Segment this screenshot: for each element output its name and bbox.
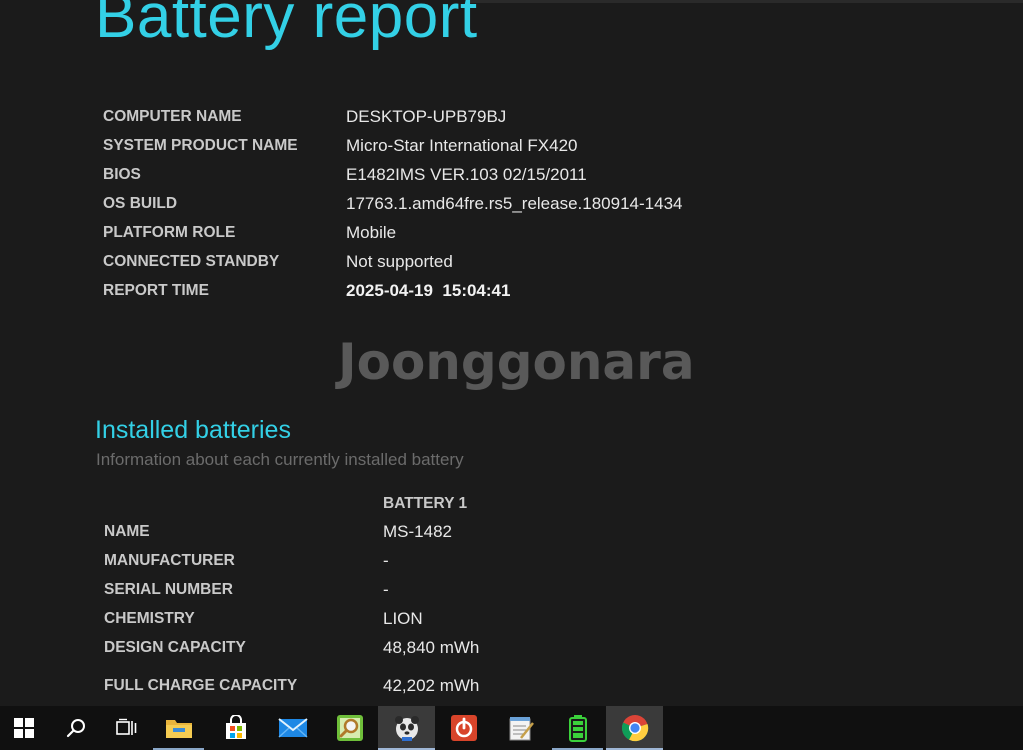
info-label: SYSTEM PRODUCT NAME (103, 137, 298, 154)
task-view-button[interactable] (104, 706, 150, 750)
installed-batteries-heading: Installed batteries (95, 416, 291, 444)
taskbar-green-battery-app[interactable] (549, 706, 606, 750)
info-row-computer-name: COMPUTER NAME DESKTOP-UPB79BJ (103, 104, 803, 133)
battery-label: NAME (104, 523, 150, 540)
battery-row-name: NAME MS-1482 (104, 519, 704, 548)
info-row-os-build: OS BUILD 17763.1.amd64fre.rs5_release.18… (103, 191, 803, 220)
info-value: DESKTOP-UPB79BJ (346, 107, 507, 126)
mail-icon (277, 718, 308, 738)
green-battery-app-icon (568, 715, 587, 742)
battery-value: 48,840 mWh (383, 638, 480, 657)
info-row-connected-standby: CONNECTED STANDBY Not supported (103, 249, 803, 278)
top-edge-line (470, 0, 1023, 3)
battery-row-serial-number: SERIAL NUMBER - (104, 577, 704, 606)
taskbar-microsoft-store[interactable] (207, 706, 264, 750)
battery-label: DESIGN CAPACITY (104, 639, 246, 656)
search-icon (66, 719, 85, 738)
panda-app-icon (394, 716, 419, 741)
taskbar-file-explorer[interactable] (150, 706, 207, 750)
info-label: PLATFORM ROLE (103, 224, 236, 241)
battery-value: - (383, 551, 389, 570)
power-app-icon (450, 715, 477, 741)
info-row-report-time: REPORT TIME 2025-04-19 15:04:41 (103, 278, 803, 307)
info-row-system-product-name: SYSTEM PRODUCT NAME Micro-Star Internati… (103, 133, 803, 162)
taskbar-mail[interactable] (264, 706, 321, 750)
task-view-icon (116, 718, 137, 735)
battery-row-full-charge-capacity: FULL CHARGE CAPACITY 42,202 mWh (104, 673, 704, 702)
battery-row-design-capacity: DESIGN CAPACITY 48,840 mWh (104, 635, 704, 664)
battery-value: - (383, 580, 389, 599)
battery-label: CHEMISTRY (104, 610, 195, 627)
taskbar-map-search-app[interactable] (321, 706, 378, 750)
battery-row-manufacturer: MANUFACTURER - (104, 548, 704, 577)
info-row-platform-role: PLATFORM ROLE Mobile (103, 220, 803, 249)
info-label: BIOS (103, 166, 141, 183)
info-row-bios: BIOS E1482IMS VER.103 02/15/2011 (103, 162, 803, 191)
info-value: 17763.1.amd64fre.rs5_release.180914-1434 (346, 194, 683, 213)
microsoft-store-icon (225, 715, 246, 739)
installed-batteries-subtitle: Information about each currently install… (96, 450, 464, 469)
battery-value: LION (383, 609, 423, 628)
battery-row-chemistry: CHEMISTRY LION (104, 606, 704, 635)
battery-value: MS-1482 (383, 522, 452, 541)
taskbar-notepad[interactable] (492, 706, 549, 750)
info-value: E1482IMS VER.103 02/15/2011 (346, 165, 587, 184)
battery-rows: NAME MS-1482 MANUFACTURER - SERIAL NUMBE… (104, 519, 704, 702)
taskbar (0, 706, 1023, 750)
info-label: REPORT TIME (103, 282, 209, 299)
battery-label: FULL CHARGE CAPACITY (104, 677, 298, 694)
chrome-icon (621, 715, 648, 742)
taskbar-power-app[interactable] (435, 706, 492, 750)
taskbar-chrome[interactable] (606, 706, 663, 750)
start-button[interactable] (0, 706, 47, 750)
battery-value: 42,202 mWh (383, 676, 480, 695)
file-explorer-icon (165, 720, 192, 738)
info-label: OS BUILD (103, 195, 178, 212)
info-value: Mobile (346, 223, 397, 242)
watermark-text: Joonggonara (338, 333, 695, 391)
info-label: COMPUTER NAME (103, 108, 242, 125)
page-title: Battery report (95, 0, 478, 51)
notepad-icon (509, 717, 534, 741)
info-value: Micro-Star International FX420 (346, 136, 578, 155)
battery-column-header: BATTERY 1 (383, 495, 468, 512)
map-search-app-icon (336, 715, 363, 741)
windows-start-icon (13, 718, 34, 738)
battery-report-window: Battery report COMPUTER NAME DESKTOP-UPB… (0, 0, 1023, 750)
info-value: Not supported (346, 252, 453, 271)
system-info-table: COMPUTER NAME DESKTOP-UPB79BJ SYSTEM PRO… (103, 104, 803, 307)
report-time-value: 2025-04-19 15:04:41 (346, 281, 511, 300)
info-label: CONNECTED STANDBY (103, 253, 280, 270)
battery-label: SERIAL NUMBER (104, 581, 233, 598)
taskbar-panda-app[interactable] (378, 706, 435, 750)
search-button[interactable] (47, 706, 104, 750)
battery-label: MANUFACTURER (104, 552, 235, 569)
